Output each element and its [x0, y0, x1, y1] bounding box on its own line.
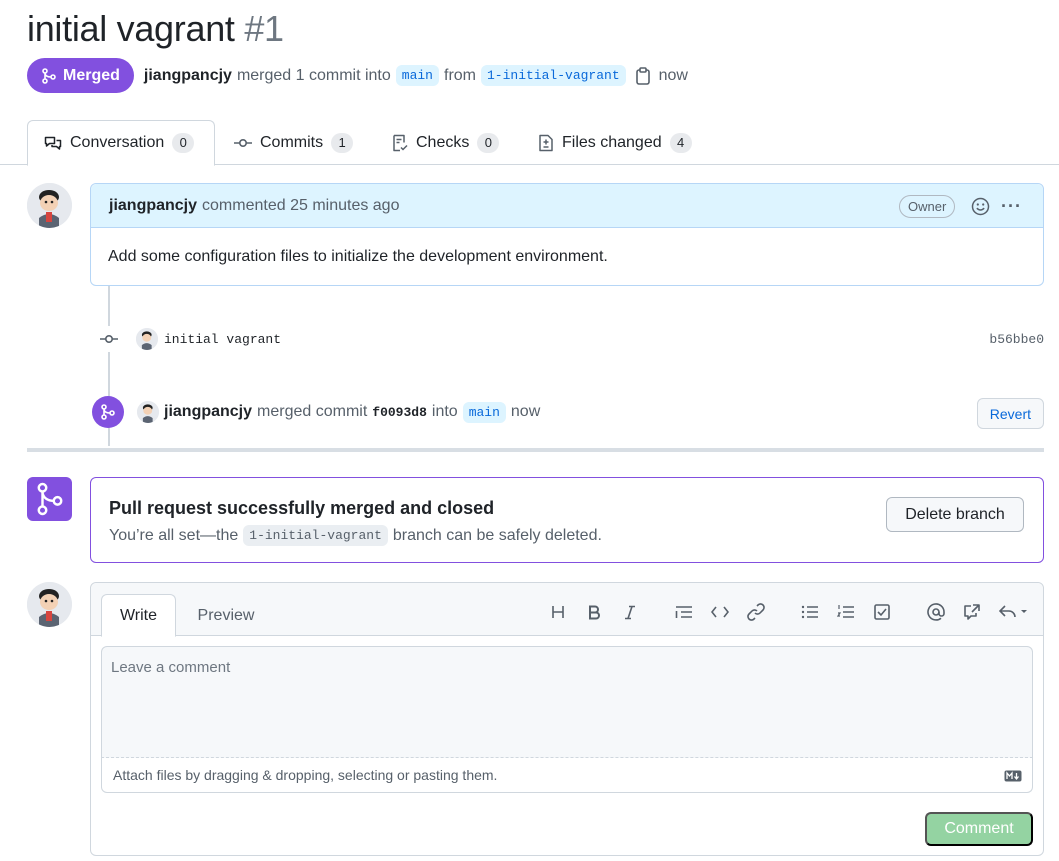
copy-icon[interactable] [635, 66, 651, 85]
merge-commit-sha[interactable]: f0093d8 [372, 405, 427, 420]
pr-meta: jiangpancjy merged 1 commit into main fr… [144, 65, 688, 86]
merged-sub-before: You’re all set—the [109, 526, 239, 544]
mention-icon[interactable] [925, 601, 947, 623]
head-branch-chip[interactable]: 1-initial-vagrant [481, 65, 626, 86]
merged-branch-chip[interactable]: 1-initial-vagrant [243, 525, 388, 546]
tab-conversation-label: Conversation [70, 134, 165, 151]
pr-state-row: Merged jiangpancjy merged 1 commit into … [27, 58, 688, 93]
comment-action[interactable]: commented 25 minutes ago [202, 197, 399, 215]
tab-commits-count: 1 [331, 132, 354, 153]
editor-header: Write Preview [91, 583, 1043, 637]
merged-status-subtitle: You’re all set—the 1-initial-vagrant bra… [109, 525, 602, 546]
write-tab[interactable]: Write [101, 594, 176, 637]
from-text: from [444, 66, 476, 84]
task-list-icon[interactable] [871, 601, 893, 623]
commit-icon [96, 326, 122, 352]
tab-conversation[interactable]: Conversation 0 [27, 120, 215, 166]
current-user-avatar[interactable] [27, 582, 72, 627]
comment-submit-button[interactable]: Comment [925, 812, 1033, 846]
code-icon[interactable] [709, 601, 731, 623]
reply-icon[interactable] [997, 601, 1031, 623]
attach-hint: Attach files by dragging & dropping, sel… [113, 767, 498, 783]
merge-text-2: into [431, 403, 458, 420]
merged-status-title: Pull request successfully merged and clo… [109, 498, 495, 518]
merged-status-box: Pull request successfully merged and clo… [90, 477, 1044, 563]
merge-author-link[interactable]: jiangpancjy [164, 403, 252, 421]
merged-state-label: Merged [63, 66, 120, 84]
tab-checks-count: 0 [477, 132, 500, 153]
pr-description-comment: jiangpancjy commented 25 minutes ago Own… [90, 183, 1044, 286]
merge-event-icon [92, 396, 124, 428]
commit-author-avatar[interactable] [136, 328, 158, 350]
tab-commits-label: Commits [260, 133, 324, 151]
merged-status-icon [27, 477, 72, 521]
timeline-merge-event: jiangpancjy merged commit f0093d8 into m… [92, 396, 1044, 429]
git-merge-icon [42, 67, 56, 84]
tab-files-changed[interactable]: Files changed 4 [522, 120, 708, 165]
commit-sha-link[interactable]: b56bbe0 [989, 332, 1044, 347]
tab-files-changed-count: 4 [669, 132, 692, 153]
tab-commits[interactable]: Commits 1 [218, 120, 369, 165]
timeline-commit: initial vagrant b56bbe0 [96, 326, 1044, 352]
new-comment-form: Write Preview Leave a comment Attach fil… [90, 582, 1044, 856]
pr-tabs: Conversation 0 Commits 1 Checks 0 Files … [0, 120, 1059, 166]
merge-target-branch[interactable]: main [462, 401, 506, 423]
merge-text-1: merged commit [257, 403, 368, 420]
conversation-icon [44, 136, 62, 150]
attach-files-bar[interactable]: Attach files by dragging & dropping, sel… [101, 758, 1033, 793]
tab-checks-label: Checks [416, 133, 470, 151]
timeline-separator [27, 448, 1044, 452]
merged-sub-after: branch can be safely deleted. [392, 526, 602, 544]
merged-state-badge: Merged [27, 58, 134, 93]
pr-title: initial vagrant [27, 8, 235, 49]
quote-icon[interactable] [673, 601, 695, 623]
merge-time: now [510, 403, 541, 420]
comment-header: jiangpancjy commented 25 minutes ago Own… [91, 184, 1043, 228]
file-diff-icon [539, 134, 553, 151]
bold-icon[interactable] [583, 601, 605, 623]
base-branch-chip[interactable]: main [395, 65, 439, 86]
merge-author-avatar[interactable] [137, 401, 159, 423]
page-title: initial vagrant #1 [27, 8, 284, 50]
commit-icon [234, 138, 252, 147]
merge-event-text: jiangpancjy merged commit f0093d8 into m… [164, 401, 541, 423]
preview-tab[interactable]: Preview [186, 594, 266, 637]
comment-author-link[interactable]: jiangpancjy [109, 197, 197, 215]
ordered-list-icon[interactable] [835, 601, 857, 623]
pr-number: #1 [244, 8, 284, 49]
kebab-menu-icon[interactable]: ··· [1001, 196, 1022, 217]
owner-badge: Owner [899, 195, 956, 218]
merge-summary-text: merged 1 commit into [236, 66, 391, 84]
commit-message-link[interactable]: initial vagrant [164, 332, 281, 347]
heading-icon[interactable] [547, 601, 569, 623]
smiley-icon[interactable] [971, 197, 990, 221]
cross-reference-icon[interactable] [961, 601, 983, 623]
link-icon[interactable] [745, 601, 767, 623]
comment-body: Add some configuration files to initiali… [108, 248, 608, 265]
tab-conversation-count: 0 [172, 133, 195, 153]
delete-branch-button[interactable]: Delete branch [886, 497, 1024, 532]
markdown-icon[interactable] [1004, 769, 1022, 785]
pr-author-link[interactable]: jiangpancjy [144, 67, 232, 85]
unordered-list-icon[interactable] [799, 601, 821, 623]
comment-author-avatar[interactable] [27, 183, 72, 228]
checklist-icon [393, 134, 408, 151]
comment-textarea[interactable]: Leave a comment [101, 646, 1033, 758]
revert-button[interactable]: Revert [976, 398, 1044, 429]
tab-checks[interactable]: Checks 0 [376, 120, 515, 165]
pr-time: now [658, 66, 688, 84]
italic-icon[interactable] [619, 601, 641, 623]
tab-files-changed-label: Files changed [562, 133, 662, 151]
